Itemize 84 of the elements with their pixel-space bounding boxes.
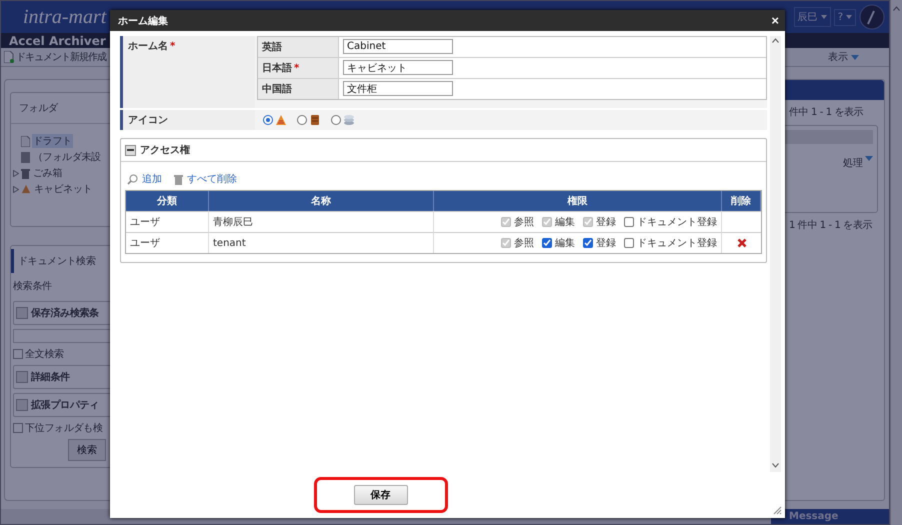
checkbox-label: 全文検索 [25, 348, 64, 361]
tree-item[interactable]: （フォルダ未設 [32, 150, 102, 164]
field-label: アイコン [120, 110, 255, 130]
column-header: 名称 [209, 191, 434, 211]
action-menu[interactable]: 処理 [843, 156, 873, 170]
result-count: 1 件中 1 - 1 を表示 [788, 219, 874, 232]
caret-icon [865, 156, 873, 161]
cabinet-icon [309, 114, 321, 126]
new-document-icon [4, 51, 14, 63]
checkbox-label: 下位フォルダも検 [25, 422, 103, 435]
tree-item[interactable]: キャビネット [33, 182, 94, 196]
trash-icon [174, 174, 183, 184]
message-bar: Message [771, 509, 889, 524]
delete-icon[interactable] [736, 238, 746, 248]
delete-all-link[interactable]: すべて削除 [187, 172, 237, 186]
expand-arrow-icon[interactable] [13, 170, 19, 176]
new-document-link[interactable]: ドキュメント新規作成 [16, 50, 106, 64]
radio-button[interactable] [263, 115, 273, 125]
checkbox-label: 登録 [596, 237, 616, 250]
section-label: 検索条件 [13, 280, 53, 294]
table-cell: ユーザ [126, 232, 209, 253]
view-menu[interactable]: 表示 [828, 50, 859, 64]
dialog-title: ホーム編集 [118, 14, 168, 28]
column-header: 分類 [126, 191, 209, 211]
result-count: 件中 1 - 1 を表示 [788, 106, 864, 119]
collapse-button[interactable] [125, 144, 136, 156]
save-button[interactable]: 保存 [354, 485, 408, 505]
scrollbar[interactable] [890, 0, 902, 525]
resize-grip-icon[interactable] [773, 506, 782, 515]
language-label: 日本語 * [258, 58, 339, 78]
help-menu[interactable]: ? [834, 8, 856, 26]
trash-icon [21, 168, 30, 178]
panel-title: アクセス権 [140, 144, 190, 157]
checkbox-label: 参照 [514, 216, 534, 229]
database-icon [343, 114, 355, 126]
checkbox[interactable] [624, 238, 634, 248]
user-menu[interactable]: 辰巳 [794, 7, 831, 27]
checkbox[interactable] [583, 238, 593, 248]
checkbox-label: 編集 [555, 216, 575, 229]
tree-item[interactable]: ごみ箱 [32, 166, 64, 180]
logo-icon [859, 4, 885, 30]
table-cell: ユーザ [126, 211, 209, 232]
table-cell: tenant [209, 232, 434, 253]
checkbox-label: ドキュメント登録 [637, 237, 717, 250]
scrollbar[interactable] [770, 36, 781, 472]
checkbox-label: 参照 [514, 236, 534, 250]
document-icon [21, 152, 30, 162]
name-input[interactable]: キャビネット [343, 60, 453, 75]
close-button[interactable]: × [771, 14, 779, 27]
checkbox-label: ドキュメント登録 [637, 216, 717, 229]
caret-icon [851, 54, 859, 60]
column-header: 削除 [722, 191, 761, 211]
app-title: Accel Archiver [9, 34, 106, 48]
field-label: ホーム名 * [120, 36, 255, 108]
checkbox-label: 編集 [555, 237, 575, 250]
document-icon [21, 136, 30, 146]
scroll-down-icon[interactable] [772, 463, 779, 468]
checkbox[interactable] [542, 238, 552, 248]
language-label: 中国語 [258, 79, 339, 99]
table-cell: 青柳辰巳 [209, 211, 434, 232]
language-label: 英語 [258, 37, 339, 57]
checkbox[interactable] [13, 423, 23, 433]
caret-icon [820, 15, 827, 19]
name-input[interactable]: Cabinet [343, 39, 453, 54]
logo: intra-mart [23, 6, 106, 28]
radio-button[interactable] [297, 115, 307, 125]
column-header: 権限 [434, 191, 722, 211]
expand-arrow-icon[interactable] [13, 186, 19, 192]
checkbox-label: 登録 [596, 216, 616, 229]
scroll-up-icon[interactable] [893, 6, 900, 11]
add-link[interactable]: 追加 [142, 172, 162, 186]
caret-icon [846, 15, 852, 19]
radio-button[interactable] [331, 115, 341, 125]
required-mark: * [294, 63, 300, 74]
scroll-up-icon[interactable] [772, 38, 779, 43]
checkbox[interactable] [13, 349, 23, 359]
cone-icon [275, 114, 287, 126]
checkbox[interactable] [624, 217, 634, 227]
cone-icon [21, 184, 31, 194]
tree-item[interactable]: ドラフト [32, 134, 73, 148]
required-mark: * [170, 41, 176, 52]
search-button[interactable]: 検索 [68, 439, 106, 461]
name-input[interactable]: 文件柜 [343, 81, 453, 96]
search-icon [127, 174, 138, 184]
